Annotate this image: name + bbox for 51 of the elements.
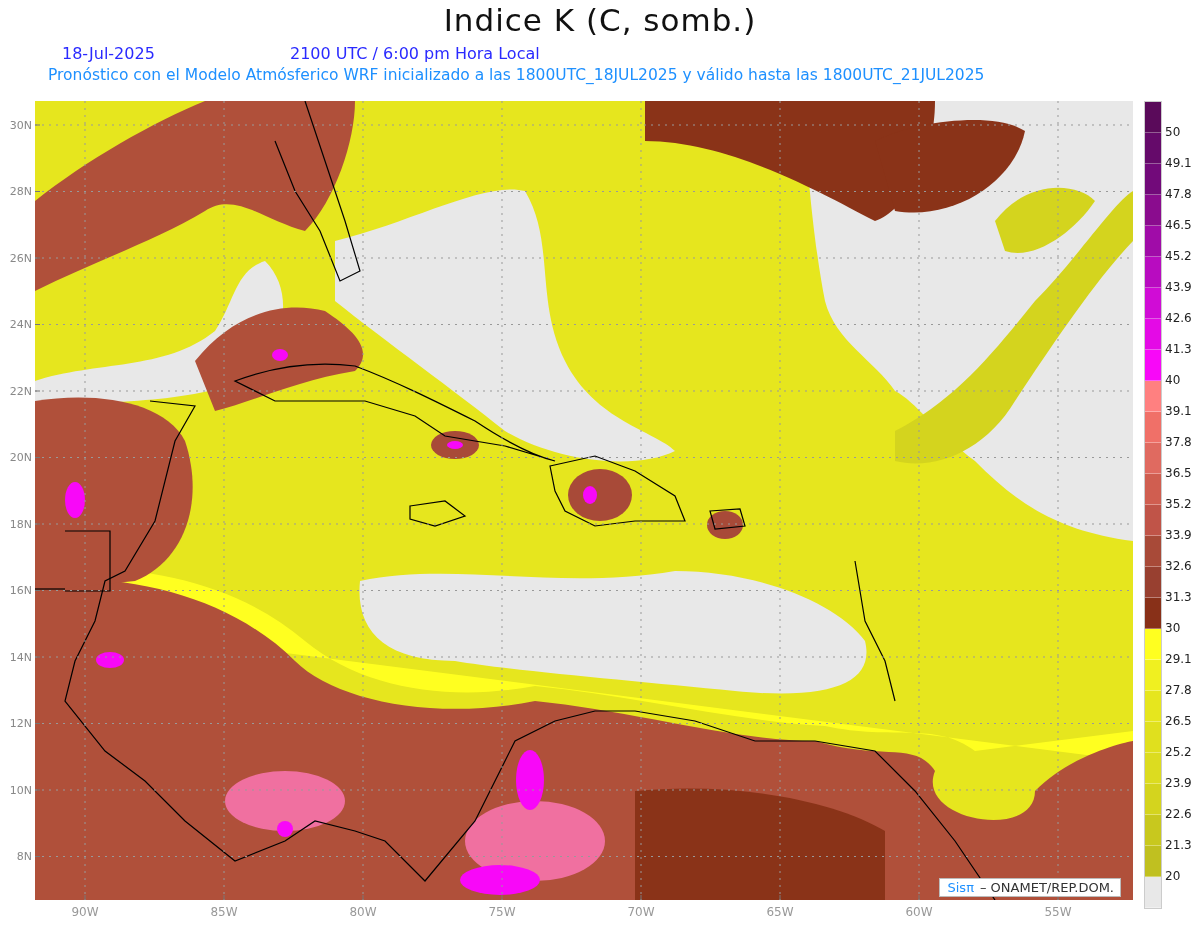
chart-title: Indice K (C, somb.) — [442, 1, 758, 40]
colorbar-label: 26.5 — [1165, 713, 1192, 728]
latitude-label: 30N — [9, 118, 32, 132]
colorbar-label: 43.9 — [1165, 279, 1192, 294]
colorbar-label: 20 — [1165, 868, 1181, 883]
longitude-label: 90W — [71, 905, 99, 919]
colorbar-label: 45.2 — [1165, 248, 1192, 263]
longitude-label: 85W — [210, 905, 238, 919]
longitude-label: 80W — [349, 905, 377, 919]
colorbar-label: 41.3 — [1165, 341, 1192, 356]
colorbar-label: 30 — [1165, 620, 1181, 635]
colorbar-label: 31.3 — [1165, 589, 1192, 604]
longitude-label: 60W — [905, 905, 933, 919]
latitude-label: 18N — [9, 517, 32, 531]
colorbar-label: 37.8 — [1165, 434, 1192, 449]
colorbar-label: 25.2 — [1165, 744, 1192, 759]
colorbar-label: 50 — [1165, 124, 1181, 139]
latitude-label: 26N — [9, 251, 32, 265]
colorbar-label: 21.3 — [1165, 837, 1192, 852]
longitude-label: 55W — [1044, 905, 1072, 919]
latitude-label: 22N — [9, 384, 32, 398]
latitude-label: 24N — [9, 318, 32, 332]
colorbar-label: 49.1 — [1165, 155, 1192, 170]
forecast-time: 2100 UTC / 6:00 pm Hora Local — [290, 44, 540, 65]
colorbar-label: 32.6 — [1165, 558, 1192, 573]
latitude-label: 16N — [9, 584, 32, 598]
colorbar-label: 39.1 — [1165, 403, 1192, 418]
latitude-label: 10N — [9, 783, 32, 797]
colorbar-label: 46.5 — [1165, 217, 1192, 232]
colorbar-label: 29.1 — [1165, 651, 1192, 666]
latitude-label: 20N — [9, 451, 32, 465]
colorbar-label: 27.8 — [1165, 682, 1192, 697]
colorbar-label: 36.5 — [1165, 465, 1192, 480]
colorbar-label: 40 — [1165, 372, 1181, 387]
credit-text: – ONAMET/REP.DOM. — [979, 880, 1114, 895]
latitude-label: 28N — [9, 185, 32, 199]
latitude-label: 12N — [9, 717, 32, 731]
longitude-label: 70W — [627, 905, 655, 919]
credit-logo: Sisπ — [947, 880, 974, 895]
colorbar-label: 33.9 — [1165, 527, 1192, 542]
colorbar-label: 42.6 — [1165, 310, 1192, 325]
longitude-label: 75W — [488, 905, 516, 919]
colorbar-label: 23.9 — [1165, 775, 1192, 790]
forecast-date: 18-Jul-2025 — [62, 44, 156, 65]
latitude-label: 14N — [9, 650, 32, 664]
colorbar-label: 22.6 — [1165, 806, 1192, 821]
colorbar-label: 35.2 — [1165, 496, 1192, 511]
latitude-label: 8N — [16, 850, 32, 864]
colorbar-label: 47.8 — [1165, 186, 1192, 201]
longitude-label: 65W — [766, 905, 794, 919]
forecast-description: Pronóstico con el Modelo Atmósferico WRF inicializado a las 1800UTC_18JUL2025 y válido hasta las 1800UTC_21JUL2025 — [48, 66, 986, 84]
